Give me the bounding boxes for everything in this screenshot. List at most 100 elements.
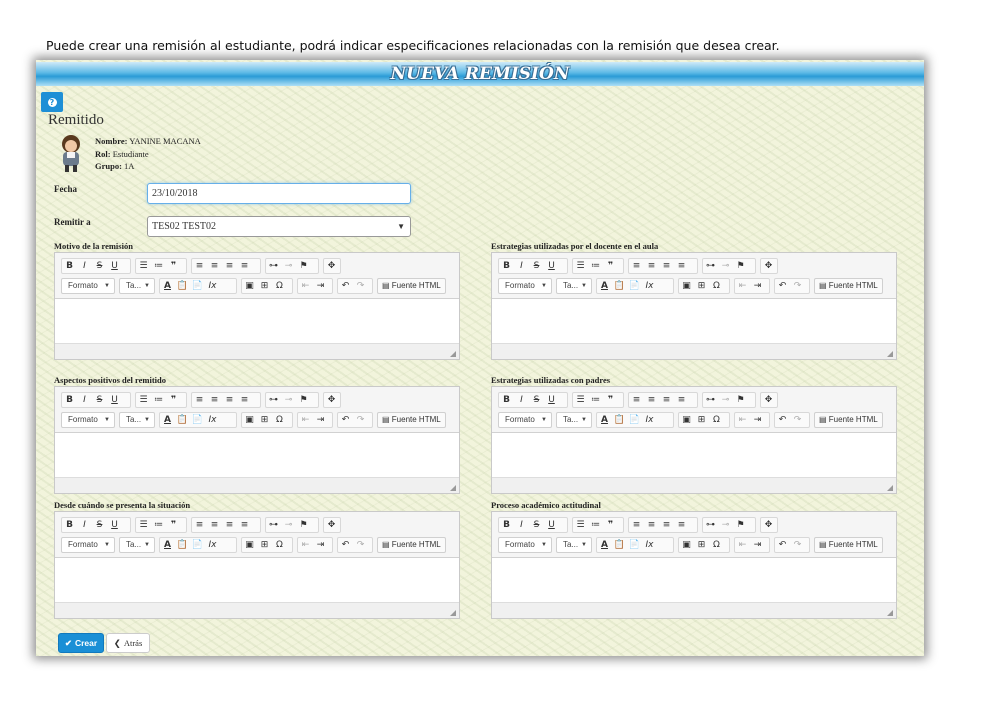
redo-icon[interactable]: ↷ [353, 413, 368, 427]
special-char-icon[interactable]: Ω [709, 538, 724, 552]
image-icon[interactable]: ▣ [679, 279, 694, 293]
link-icon[interactable]: ⊶ [266, 393, 281, 407]
unlink-icon[interactable]: ⊸ [281, 518, 296, 532]
format-select[interactable]: Formato ▼ [498, 412, 552, 428]
anchor-flag-icon[interactable]: ⚑ [296, 393, 311, 407]
numbered-list-icon[interactable]: ≔ [588, 518, 603, 532]
maximize-icon[interactable]: ✥ [761, 518, 776, 532]
unlink-icon[interactable]: ⊸ [718, 518, 733, 532]
indent-icon[interactable]: ⇥ [750, 538, 765, 552]
unlink-icon[interactable]: ⊸ [281, 259, 296, 273]
link-icon[interactable]: ⊶ [266, 518, 281, 532]
format-select[interactable]: Formato ▼ [498, 278, 552, 294]
align-center-icon[interactable]: ≡ [644, 259, 659, 273]
strikethrough-button[interactable]: S [92, 518, 107, 532]
paste-word-icon[interactable]: 📄 [627, 279, 642, 293]
paste-word-icon[interactable]: 📄 [190, 538, 205, 552]
align-justify-icon[interactable]: ≡ [237, 393, 252, 407]
paste-word-icon[interactable]: 📄 [627, 538, 642, 552]
image-icon[interactable]: ▣ [679, 413, 694, 427]
paste-icon[interactable]: 📋 [612, 279, 627, 293]
italic-button[interactable]: I [77, 259, 92, 273]
outdent-icon[interactable]: ⇤ [735, 538, 750, 552]
align-right-icon[interactable]: ≡ [659, 518, 674, 532]
outdent-icon[interactable]: ⇤ [298, 538, 313, 552]
bold-button[interactable]: B [499, 518, 514, 532]
undo-icon[interactable]: ↶ [775, 413, 790, 427]
source-html-button[interactable]: ▤ Fuente HTML [377, 537, 446, 553]
size-select[interactable]: Ta... ▼ [556, 537, 592, 553]
resize-handle-icon[interactable] [887, 351, 893, 357]
strikethrough-button[interactable]: S [529, 259, 544, 273]
create-button[interactable]: ✔ Crear [58, 633, 104, 653]
table-icon[interactable]: ⊞ [257, 538, 272, 552]
source-html-button[interactable]: ▤ Fuente HTML [377, 278, 446, 294]
text-color-icon[interactable]: A [597, 279, 612, 293]
undo-icon[interactable]: ↶ [775, 538, 790, 552]
blockquote-icon[interactable]: ❞ [166, 518, 181, 532]
image-icon[interactable]: ▣ [242, 538, 257, 552]
numbered-list-icon[interactable]: ≔ [151, 518, 166, 532]
size-select[interactable]: Ta... ▼ [119, 537, 155, 553]
link-icon[interactable]: ⊶ [266, 259, 281, 273]
align-left-icon[interactable]: ≡ [192, 518, 207, 532]
outdent-icon[interactable]: ⇤ [298, 279, 313, 293]
table-icon[interactable]: ⊞ [694, 538, 709, 552]
bold-button[interactable]: B [62, 393, 77, 407]
underline-button[interactable]: U [107, 259, 122, 273]
text-color-icon[interactable]: A [160, 538, 175, 552]
align-justify-icon[interactable]: ≡ [674, 259, 689, 273]
bullet-list-icon[interactable]: ☰ [136, 393, 151, 407]
format-select[interactable]: Formato ▼ [61, 412, 115, 428]
numbered-list-icon[interactable]: ≔ [151, 393, 166, 407]
align-right-icon[interactable]: ≡ [659, 259, 674, 273]
special-char-icon[interactable]: Ω [709, 413, 724, 427]
underline-button[interactable]: U [544, 518, 559, 532]
blockquote-icon[interactable]: ❞ [166, 393, 181, 407]
resize-handle-icon[interactable] [887, 610, 893, 616]
link-icon[interactable]: ⊶ [703, 518, 718, 532]
special-char-icon[interactable]: Ω [272, 538, 287, 552]
outdent-icon[interactable]: ⇤ [735, 413, 750, 427]
numbered-list-icon[interactable]: ≔ [588, 393, 603, 407]
bullet-list-icon[interactable]: ☰ [136, 259, 151, 273]
align-justify-icon[interactable]: ≡ [674, 518, 689, 532]
bullet-list-icon[interactable]: ☰ [573, 259, 588, 273]
indent-icon[interactable]: ⇥ [750, 413, 765, 427]
text-color-icon[interactable]: A [160, 279, 175, 293]
maximize-icon[interactable]: ✥ [324, 259, 339, 273]
paste-word-icon[interactable]: 📄 [627, 413, 642, 427]
paste-word-icon[interactable]: 📄 [190, 413, 205, 427]
redo-icon[interactable]: ↷ [790, 538, 805, 552]
underline-button[interactable]: U [544, 259, 559, 273]
align-right-icon[interactable]: ≡ [222, 393, 237, 407]
align-center-icon[interactable]: ≡ [644, 518, 659, 532]
text-color-icon[interactable]: A [597, 538, 612, 552]
align-justify-icon[interactable]: ≡ [237, 259, 252, 273]
numbered-list-icon[interactable]: ≔ [588, 259, 603, 273]
source-html-button[interactable]: ▤ Fuente HTML [814, 412, 883, 428]
text-color-icon[interactable]: A [597, 413, 612, 427]
remove-format-icon[interactable]: Ix [642, 279, 657, 293]
paste-icon[interactable]: 📋 [612, 538, 627, 552]
bold-button[interactable]: B [62, 259, 77, 273]
italic-button[interactable]: I [77, 393, 92, 407]
editor-content-area[interactable] [55, 433, 459, 479]
source-html-button[interactable]: ▤ Fuente HTML [814, 278, 883, 294]
bold-button[interactable]: B [62, 518, 77, 532]
indent-icon[interactable]: ⇥ [313, 538, 328, 552]
indent-icon[interactable]: ⇥ [313, 279, 328, 293]
resize-handle-icon[interactable] [450, 485, 456, 491]
unlink-icon[interactable]: ⊸ [718, 259, 733, 273]
editor-content-area[interactable] [492, 299, 896, 345]
align-left-icon[interactable]: ≡ [629, 393, 644, 407]
bullet-list-icon[interactable]: ☰ [573, 518, 588, 532]
maximize-icon[interactable]: ✥ [324, 393, 339, 407]
align-center-icon[interactable]: ≡ [644, 393, 659, 407]
align-left-icon[interactable]: ≡ [629, 259, 644, 273]
align-center-icon[interactable]: ≡ [207, 259, 222, 273]
special-char-icon[interactable]: Ω [272, 279, 287, 293]
editor-content-area[interactable] [55, 558, 459, 604]
unlink-icon[interactable]: ⊸ [718, 393, 733, 407]
maximize-icon[interactable]: ✥ [761, 393, 776, 407]
